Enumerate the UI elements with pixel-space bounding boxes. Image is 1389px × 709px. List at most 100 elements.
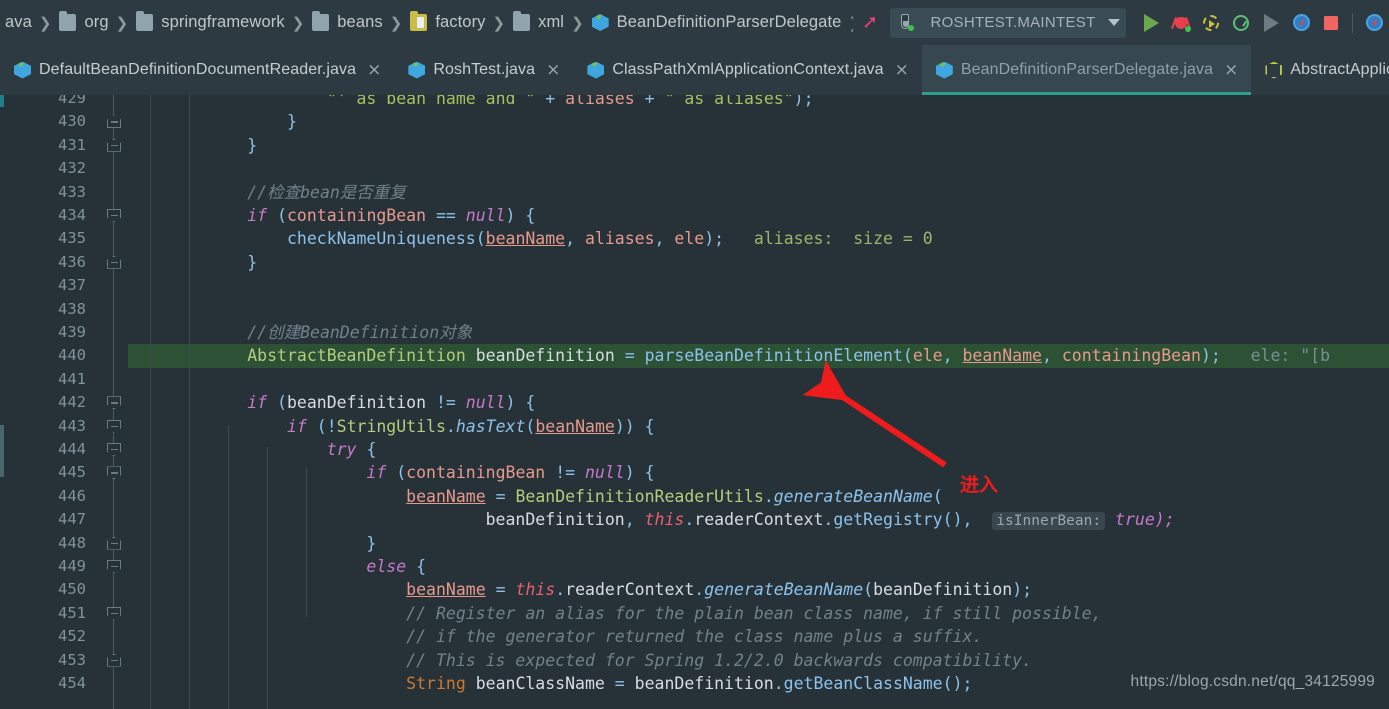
line-number: 434 (58, 206, 86, 224)
fold-marker-dn-icon[interactable] (107, 396, 121, 410)
fold-marker-up-icon[interactable] (107, 653, 121, 667)
code-line[interactable]: } (128, 110, 297, 133)
test-flask-icon (898, 14, 914, 31)
line-number: 436 (58, 252, 86, 271)
indent-guide (150, 95, 151, 709)
line-number: 447 (58, 510, 86, 529)
code-folding-column[interactable] (100, 95, 128, 709)
run-disabled-button[interactable] (1256, 8, 1286, 38)
profile-button[interactable] (1226, 8, 1256, 38)
breadcrumb-item-beans[interactable]: beans ❯ (310, 0, 408, 45)
folder-icon (312, 11, 330, 31)
close-icon[interactable]: × (546, 61, 560, 79)
code-line[interactable]: if (containingBean != null) { (128, 461, 654, 484)
line-number: 435 (58, 229, 86, 248)
code-editor[interactable]: 429 430 431 432 433 434 435 436 437 438 439 440 441 4… (0, 95, 1389, 709)
code-content[interactable]: "' as bean name and " + aliases + " as a… (128, 95, 1389, 709)
code-line[interactable]: // This is expected for Spring 1.2/2.0 b… (128, 649, 1032, 672)
breadcrumb: ava ❯ org ❯ springframework ❯ beans ❯ fa… (0, 0, 853, 45)
code-line[interactable]: if (!StringUtils.hasText(beanName)) { (128, 415, 655, 438)
indent-guide (306, 467, 307, 617)
code-line[interactable]: //检查bean是否重复 (128, 181, 406, 204)
line-number: 448 (58, 533, 86, 552)
breadcrumb-label: xml (538, 13, 565, 31)
java-class-icon (587, 61, 605, 79)
line-number: 437 (58, 276, 86, 295)
breadcrumb-item-class[interactable]: BeanDefinitionParserDelegate ❯ (590, 0, 853, 45)
hammer-icon[interactable]: ➚ (862, 13, 878, 32)
line-number: 452 (58, 627, 86, 646)
line-number: 440 (58, 346, 86, 365)
breadcrumb-label: springframework (161, 13, 285, 31)
code-line[interactable]: //创建BeanDefinition对象 (128, 321, 472, 344)
breadcrumb-item-ava[interactable]: ava ❯ (0, 0, 57, 45)
code-line[interactable]: } (128, 134, 257, 157)
fold-marker-dn-icon[interactable] (107, 443, 121, 456)
close-icon[interactable]: × (895, 61, 909, 79)
code-line[interactable]: String beanClassName = beanDefinition.ge… (128, 672, 972, 695)
breadcrumb-item-springframework[interactable]: springframework ❯ (134, 0, 310, 45)
extra-debug-button[interactable] (1359, 8, 1389, 38)
attach-debugger-button[interactable] (1286, 8, 1316, 38)
fold-marker-dn-icon[interactable] (107, 209, 121, 222)
breadcrumb-separator-icon: ❯ (389, 14, 403, 32)
code-line[interactable]: beanName = BeanDefinitionReaderUtils.gen… (128, 485, 942, 508)
stop-button[interactable] (1316, 8, 1346, 38)
close-icon[interactable]: × (367, 61, 381, 79)
code-line[interactable]: // if the generator returned the class n… (128, 625, 982, 648)
run-configuration-selector[interactable]: ROSHTEST.MAINTEST (890, 7, 1126, 38)
tab-bean-definition-parser-delegate[interactable]: BeanDefinitionParserDelegate.java × (921, 45, 1252, 95)
code-line[interactable]: beanDefinition, this.readerContext.getRe… (128, 508, 1175, 533)
code-line[interactable]: } (128, 251, 257, 274)
line-number: 441 (58, 369, 86, 388)
code-line[interactable]: // Register an alias for the plain bean … (128, 602, 1101, 625)
tab-default-bean-definition-document-reader[interactable]: DefaultBeanDefinitionDocumentReader.java… (0, 45, 394, 95)
fold-marker-dn-icon[interactable] (107, 466, 121, 480)
java-class-icon (408, 61, 426, 79)
code-line[interactable]: AbstractBeanDefinition beanDefinition = … (128, 344, 1330, 367)
chevron-down-icon[interactable] (1108, 19, 1120, 26)
fold-marker-up-icon[interactable] (107, 115, 121, 129)
idea-window: ava ❯ org ❯ springframework ❯ beans ❯ fa… (0, 0, 1389, 709)
fold-marker-dn-icon[interactable] (107, 560, 121, 573)
debug-button[interactable] (1166, 8, 1196, 38)
line-number: 429 (58, 95, 86, 107)
run-toolbar (1126, 0, 1389, 45)
line-number-gutter[interactable]: 429 430 431 432 433 434 435 436 437 438 439 440 441 4… (4, 95, 100, 709)
toolbar-divider (1352, 12, 1353, 33)
breadcrumb-separator-icon: ❯ (571, 14, 584, 32)
code-line[interactable]: } (128, 532, 376, 555)
line-number: 446 (58, 486, 86, 505)
fold-marker-up-icon[interactable] (107, 536, 121, 550)
tab-label: AbstractApplicationCo (1290, 61, 1389, 78)
code-line[interactable]: else { (128, 555, 426, 578)
run-button[interactable] (1136, 8, 1166, 38)
breadcrumb-item-factory[interactable]: factory ❯ (408, 0, 511, 45)
breadcrumb-item-org[interactable]: org ❯ (57, 0, 134, 45)
line-number: 444 (58, 440, 86, 458)
code-line[interactable]: beanName = this.readerContext.generateBe… (128, 578, 1032, 601)
fold-marker-dn-icon[interactable] (107, 419, 121, 433)
code-line[interactable]: "' as bean name and " + aliases + " as a… (128, 95, 814, 110)
top-toolbar: ava ❯ org ❯ springframework ❯ beans ❯ fa… (0, 0, 1389, 45)
resource-folder-icon (410, 11, 428, 31)
close-icon[interactable]: × (1224, 61, 1238, 79)
run-configuration-name: ROSHTEST.MAINTEST (930, 14, 1096, 31)
run-with-coverage-button[interactable] (1196, 8, 1226, 38)
java-class-icon (14, 61, 31, 79)
indent-guide (267, 447, 268, 709)
fold-marker-up-icon[interactable] (107, 138, 121, 152)
breadcrumb-item-xml[interactable]: xml ❯ (511, 0, 590, 45)
tab-rosh-test[interactable]: RoshTest.java × (394, 45, 573, 95)
breadcrumb-separator-icon: ❯ (844, 14, 853, 32)
fold-marker-up-icon[interactable] (107, 255, 121, 269)
code-line[interactable]: try { (128, 438, 377, 461)
line-number: 442 (58, 393, 86, 412)
indent-guide (228, 425, 229, 709)
code-line[interactable]: checkNameUniqueness(beanName, aliases, e… (128, 227, 933, 250)
fold-marker-dn-icon[interactable] (107, 606, 121, 620)
line-number: 431 (58, 135, 86, 154)
tab-abstract-application-context[interactable]: AbstractApplicationCo (1251, 45, 1389, 95)
tab-label: RoshTest.java (433, 61, 536, 78)
tab-class-path-xml-application-context[interactable]: ClassPathXmlApplicationContext.java × (573, 45, 921, 95)
